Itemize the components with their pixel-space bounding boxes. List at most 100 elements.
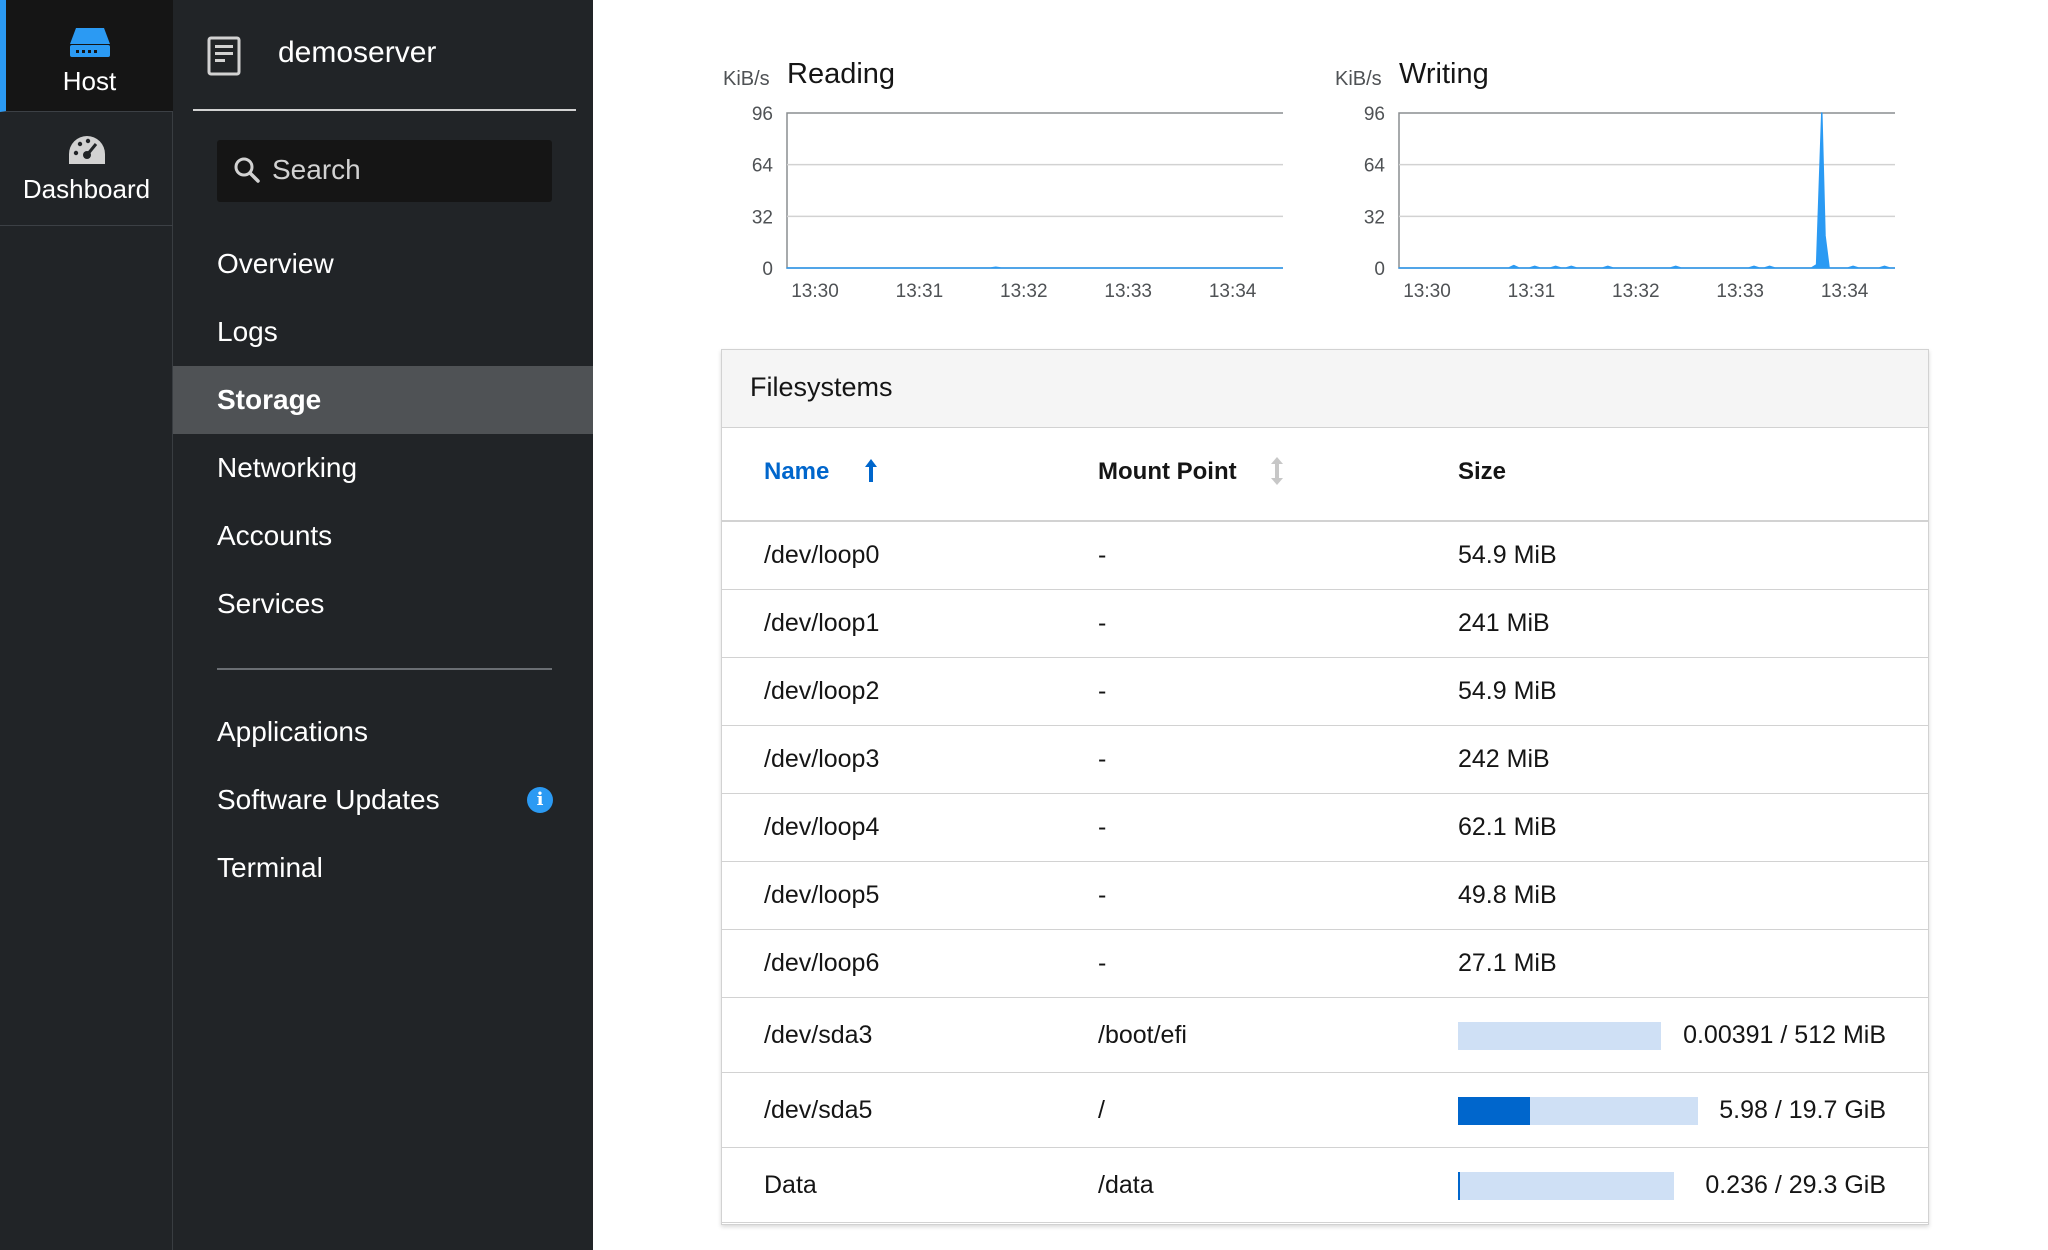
usage-text: 5.98 / 19.7 GiB (1719, 1096, 1886, 1124)
reading-series-area (786, 266, 1283, 269)
main-content: KiB/s Reading 0 32 64 96 13:30 13:31 13:32 13:3… (593, 0, 2048, 1250)
nav-item-logs[interactable]: Logs (173, 298, 593, 366)
reading-x-tick-label: 13:32 (1000, 281, 1048, 302)
nav-item-accounts[interactable]: Accounts (173, 502, 593, 570)
filesystems-card: Filesystems Name Mount Point Size /dev/l… (721, 349, 1929, 1225)
row-name: /dev/loop3 (764, 745, 880, 773)
row-name: /dev/loop1 (764, 609, 880, 637)
row-name: /dev/loop4 (764, 813, 880, 841)
writing-x-tick-label: 13:30 (1403, 281, 1451, 302)
row-mount-point: /boot/efi (1098, 1021, 1187, 1049)
table-row[interactable]: /dev/loop3 - 242 MiB (722, 726, 1928, 794)
row-mount-point: - (1098, 813, 1107, 841)
writing-x-tick-label: 13:33 (1716, 281, 1764, 302)
table-row[interactable]: /dev/loop5 - 49.8 MiB (722, 862, 1928, 930)
usage-bar-fill (1458, 1172, 1460, 1200)
nav-item-services[interactable]: Services (173, 570, 593, 638)
nav-item-software-updates[interactable]: Software Updates i (173, 766, 593, 834)
nav-item-storage[interactable]: Storage (173, 366, 593, 434)
row-mount-point: /data (1098, 1171, 1154, 1199)
reading-x-tick-label: 13:30 (791, 281, 839, 302)
row-mount-point: - (1098, 541, 1107, 569)
row-mount-point: / (1098, 1096, 1105, 1124)
rail-dashboard-label: Dashboard (22, 174, 151, 204)
row-size: 54.9 MiB (1458, 677, 1557, 705)
row-mount-point: - (1098, 677, 1107, 705)
reading-x-tick-label: 13:31 (896, 281, 944, 302)
reading-chart-plot: 0 32 64 96 13:30 13:31 13:32 13:33 13:34 (752, 104, 1283, 302)
reading-y-tick-label: 0 (762, 259, 773, 280)
writing-chart-plot: 0 32 64 96 13:30 13:31 13:32 13:33 13:34 (1364, 104, 1895, 302)
nav-divider (217, 668, 552, 670)
dashboard-gauge-icon (68, 136, 105, 164)
reading-y-tick-label: 96 (752, 104, 773, 125)
row-name: /dev/loop6 (764, 949, 880, 977)
filesystems-card-header: Filesystems (722, 350, 1928, 428)
server-name: demoserver (278, 36, 437, 69)
rail-host-button[interactable]: Host (0, 0, 173, 112)
info-icon: i (527, 787, 553, 813)
search-input[interactable]: Search (217, 140, 552, 202)
sort-unsorted-icon[interactable] (1270, 456, 1284, 486)
column-header-size[interactable]: Size (1458, 458, 1506, 486)
row-size: 242 MiB (1458, 745, 1550, 773)
row-size: 241 MiB (1458, 609, 1550, 637)
table-row[interactable]: /dev/loop6 - 27.1 MiB (722, 930, 1928, 998)
reading-x-tick-label: 13:34 (1209, 281, 1257, 302)
usage-text: 0.00391 / 512 MiB (1683, 1021, 1886, 1049)
nav-item-overview[interactable]: Overview (173, 230, 593, 298)
reading-chart: KiB/s Reading 0 32 64 96 13:30 13:31 13:32 13:3… (723, 55, 1283, 310)
row-name: /dev/loop0 (764, 541, 880, 569)
table-row[interactable]: /dev/loop4 - 62.1 MiB (722, 794, 1928, 862)
search-icon (234, 157, 260, 183)
writing-y-tick-label: 96 (1364, 104, 1385, 125)
usage-bar (1458, 1022, 1661, 1050)
writing-x-tick-label: 13:31 (1508, 281, 1556, 302)
reading-y-tick-label: 32 (752, 207, 773, 228)
host-rail: Host Dashboard (0, 0, 173, 1250)
row-name: /dev/loop5 (764, 881, 880, 909)
nav-item-terminal[interactable]: Terminal (173, 834, 593, 902)
writing-y-tick-label: 0 (1374, 259, 1385, 280)
row-size: 54.9 MiB (1458, 541, 1557, 569)
nav-item-networking[interactable]: Networking (173, 434, 593, 502)
search-placeholder: Search (272, 154, 361, 185)
column-header-name[interactable]: Name (764, 458, 829, 486)
usage-bar (1458, 1172, 1674, 1200)
row-size: 49.8 MiB (1458, 881, 1557, 909)
server-icon (69, 28, 110, 57)
row-size: 27.1 MiB (1458, 949, 1557, 977)
navigation-panel: demoserver Search Overview Logs Storage … (173, 0, 593, 1250)
row-name: Data (764, 1171, 817, 1199)
row-mount-point: - (1098, 609, 1107, 637)
table-row[interactable]: /dev/loop1 - 241 MiB (722, 590, 1928, 658)
server-header[interactable]: demoserver (193, 0, 576, 111)
document-server-icon (207, 36, 241, 76)
reading-x-tick-label: 13:33 (1104, 281, 1152, 302)
table-row[interactable]: /dev/loop0 - 54.9 MiB (722, 522, 1928, 590)
usage-bar-fill (1458, 1097, 1530, 1125)
usage-bar (1458, 1097, 1698, 1125)
row-mount-point: - (1098, 949, 1107, 977)
filesystems-title: Filesystems (750, 372, 893, 402)
sort-ascending-icon[interactable] (864, 458, 878, 484)
row-name: /dev/loop2 (764, 677, 880, 705)
writing-y-tick-label: 32 (1364, 207, 1385, 228)
rail-dashboard-button[interactable]: Dashboard (0, 112, 173, 226)
usage-text: 0.236 / 29.3 GiB (1705, 1171, 1886, 1199)
table-header: Name Mount Point Size (722, 428, 1928, 522)
writing-chart: KiB/s Writing 0 32 64 96 13:30 13:31 13:32 13:3… (1335, 55, 1895, 310)
column-header-mount-point[interactable]: Mount Point (1098, 458, 1237, 486)
writing-y-tick-label: 64 (1364, 156, 1386, 177)
rail-host-label: Host (62, 66, 117, 96)
table-row[interactable]: Data/data 0.236 / 29.3 GiB (722, 1148, 1928, 1223)
table-row[interactable]: /dev/sda3/boot/efi 0.00391 / 512 MiB (722, 998, 1928, 1073)
row-name: /dev/sda5 (764, 1096, 873, 1124)
table-row[interactable]: /dev/loop2 - 54.9 MiB (722, 658, 1928, 726)
row-mount-point: - (1098, 745, 1107, 773)
table-row[interactable]: /dev/sda5 / 5.98 / 19.7 GiB (722, 1073, 1928, 1148)
nav-item-software-updates-label: Software Updates (217, 784, 440, 815)
row-name: /dev/sda3 (764, 1021, 873, 1049)
nav-item-applications[interactable]: Applications (173, 698, 593, 766)
writing-x-tick-label: 13:34 (1821, 281, 1869, 302)
